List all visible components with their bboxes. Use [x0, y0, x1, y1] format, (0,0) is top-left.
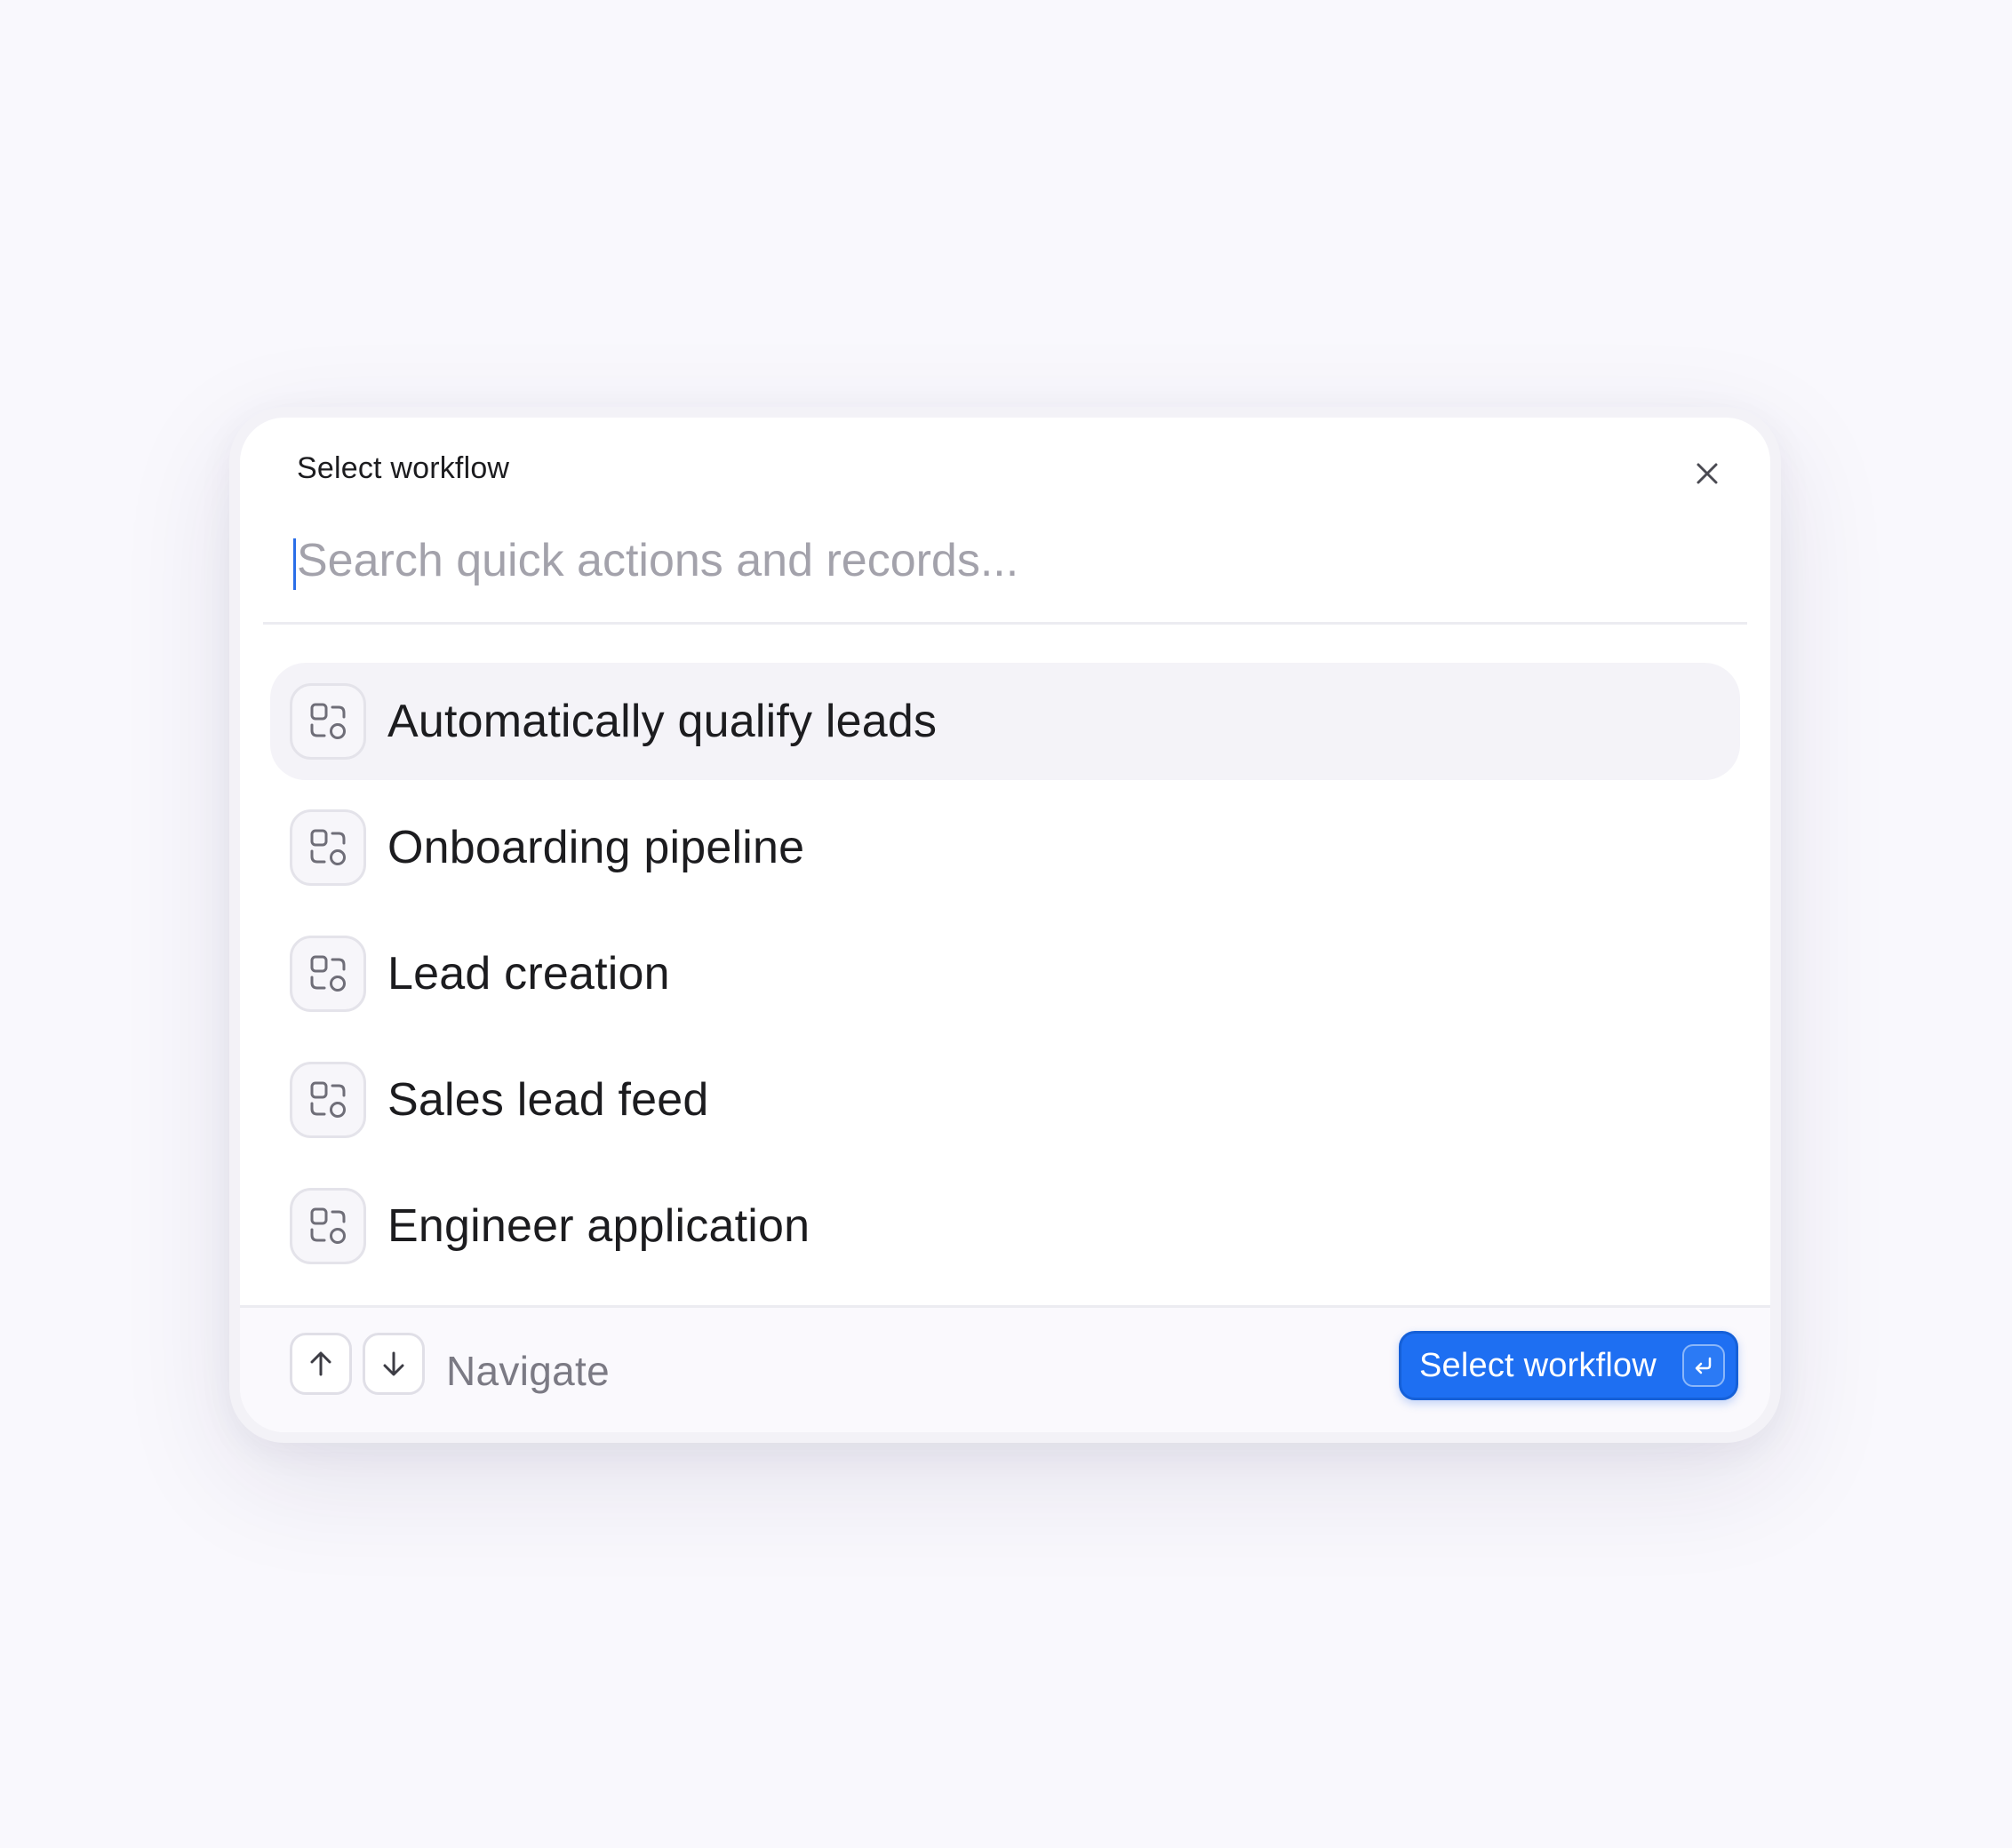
navigate-down-key[interactable]	[363, 1333, 425, 1395]
select-workflow-button[interactable]: Select workflow	[1399, 1331, 1738, 1400]
list-item-label: Sales lead feed	[387, 1074, 709, 1126]
list-item-automatically-qualify-leads[interactable]: Automatically qualify leads	[270, 663, 1740, 780]
enter-key-badge	[1682, 1344, 1725, 1387]
dialog-footer: Navigate Select workflow	[240, 1305, 1770, 1432]
workflow-icon	[290, 809, 366, 886]
select-workflow-dialog: Select workflow Automatically qualify le…	[229, 407, 1781, 1443]
divider	[263, 622, 1747, 625]
list-item-lead-creation[interactable]: Lead creation	[270, 915, 1740, 1032]
list-item-onboarding-pipeline[interactable]: Onboarding pipeline	[270, 789, 1740, 906]
workflow-icon	[290, 1188, 366, 1264]
workflow-icon	[290, 936, 366, 1012]
arrow-up-icon	[310, 1351, 331, 1376]
select-workflow-button-label: Select workflow	[1419, 1346, 1657, 1384]
list-item-label: Onboarding pipeline	[387, 822, 805, 873]
workflow-icon	[290, 683, 366, 760]
list-item-label: Engineer application	[387, 1200, 810, 1252]
search-input[interactable]	[290, 530, 1721, 592]
navigate-up-key[interactable]	[290, 1333, 352, 1395]
list-item-label: Lead creation	[387, 948, 670, 1000]
list-item-label: Automatically qualify leads	[387, 696, 938, 747]
workflow-list: Automatically qualify leads Onboarding p…	[270, 663, 1740, 1294]
close-icon	[1697, 463, 1718, 484]
list-item-engineer-application[interactable]: Engineer application	[270, 1167, 1740, 1285]
workflow-icon	[290, 1062, 366, 1138]
search-box	[290, 530, 1721, 592]
navigate-hint: Navigate	[446, 1348, 610, 1394]
list-item-sales-lead-feed[interactable]: Sales lead feed	[270, 1041, 1740, 1159]
dialog-title: Select workflow	[297, 451, 510, 485]
enter-icon	[1695, 1357, 1712, 1374]
close-button[interactable]	[1685, 451, 1729, 496]
arrow-down-icon	[383, 1351, 404, 1376]
